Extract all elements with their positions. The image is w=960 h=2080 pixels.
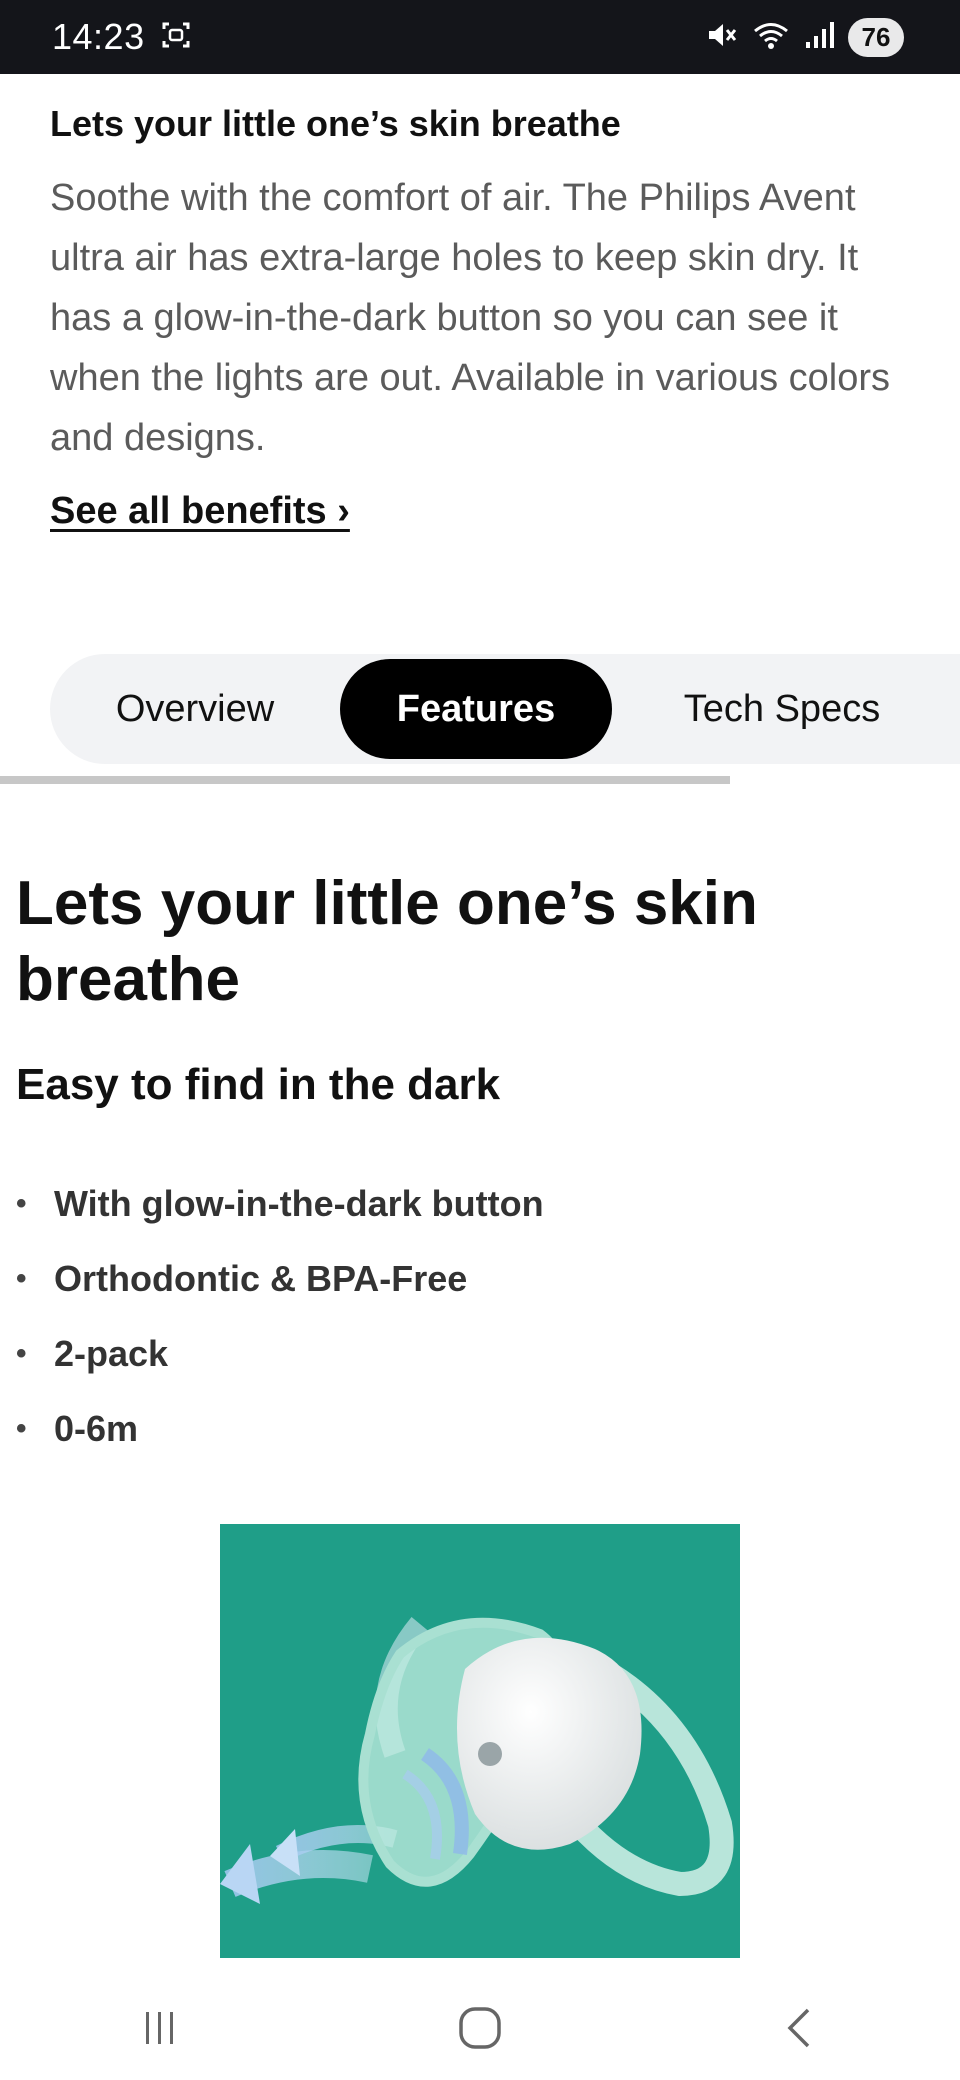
product-page: 14:23 76 Lets your little one’s skin bre… — [0, 0, 960, 2080]
list-item: • With glow-in-the-dark button — [16, 1166, 916, 1241]
list-item: • Orthodontic & BPA-Free — [16, 1241, 916, 1316]
list-item-text: With glow-in-the-dark button — [54, 1182, 544, 1224]
system-nav-bar — [0, 1976, 960, 2080]
tab-tech-specs[interactable]: Tech Specs — [612, 659, 952, 759]
feature-title: Lets your little one’s skin breathe — [16, 869, 758, 1014]
recent-apps-button[interactable] — [100, 1988, 220, 2068]
list-item-text: 2-pack — [54, 1332, 169, 1374]
feature-section: Lets your little one’s skin breathe Easy… — [16, 866, 916, 1466]
feature-list: • With glow-in-the-dark button • Orthodo… — [16, 1166, 916, 1466]
bullet-icon: • — [16, 1261, 27, 1295]
back-button[interactable] — [740, 1988, 860, 2068]
bullet-icon: • — [16, 1411, 27, 1445]
status-time: 14:23 — [52, 16, 145, 57]
summary-body: Soothe with the comfort of air. The Phil… — [50, 177, 891, 459]
status-bar: 14:23 76 — [0, 0, 960, 74]
mute-icon — [706, 20, 738, 55]
tab-overview[interactable]: Overview — [50, 659, 340, 759]
list-item: • 0-6m — [16, 1391, 916, 1466]
back-icon — [787, 2008, 810, 2048]
product-summary: Lets your little one’s skin breathe Soot… — [50, 96, 920, 533]
home-icon — [459, 2007, 501, 2049]
list-item-text: Orthodontic & BPA-Free — [54, 1257, 468, 1299]
screenshot-icon — [161, 20, 191, 55]
summary-title: Lets your little one’s skin breathe — [50, 103, 621, 144]
product-image — [220, 1524, 740, 1958]
feature-subtitle: Easy to find in the dark — [16, 1060, 501, 1109]
pacifier-illustration — [220, 1616, 734, 1904]
tab-features[interactable]: Features — [340, 659, 612, 759]
home-button[interactable] — [420, 1988, 540, 2068]
wifi-icon — [752, 20, 790, 55]
see-all-benefits-link[interactable]: See all benefits › — [50, 490, 350, 533]
recent-apps-icon — [146, 2012, 173, 2044]
signal-icon — [804, 20, 834, 55]
bullet-icon: • — [16, 1336, 27, 1370]
list-item-text: 0-6m — [54, 1407, 139, 1449]
status-right: 76 — [706, 17, 904, 57]
list-item: • 2-pack — [16, 1316, 916, 1391]
tabs-scroll-indicator[interactable] — [0, 776, 730, 784]
product-tabs: Overview Features Tech Specs — [50, 654, 960, 764]
status-left: 14:23 — [52, 16, 191, 58]
battery-indicator: 76 — [848, 17, 904, 57]
bullet-icon: • — [16, 1186, 27, 1220]
